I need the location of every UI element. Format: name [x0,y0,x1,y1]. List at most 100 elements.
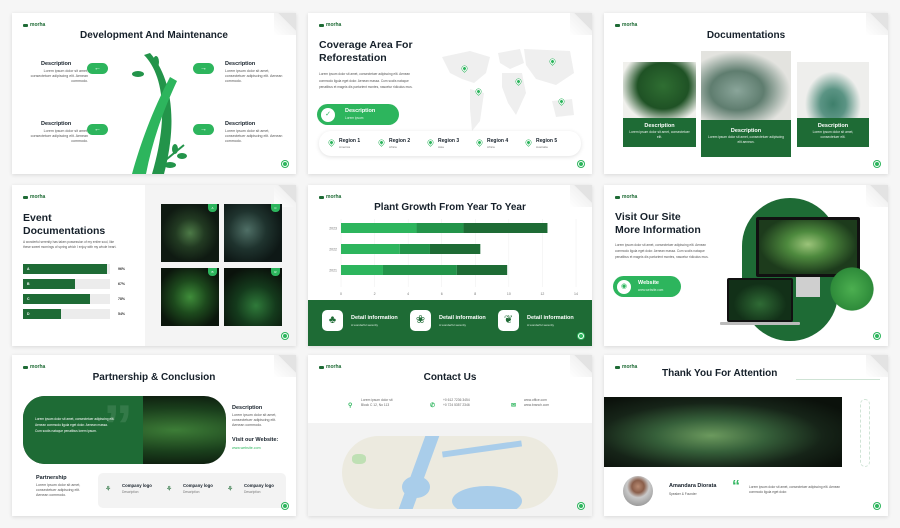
bar-segment-2023-1 [341,223,417,233]
world-map [442,49,574,131]
slide-partnership[interactable]: morha Partnership & Conclusion ” Lorem i… [12,355,296,516]
slide-development[interactable]: morha Development And Maintenance Descri… [12,13,296,174]
map-pin-icon [524,138,533,147]
website-link[interactable]: www.website.com [232,446,261,451]
arrow-left-icon[interactable]: ← [87,63,108,74]
monstera-banner-photo [604,397,842,467]
slide-title: Contact Us [423,372,477,383]
corner-decoration [570,13,592,35]
slide-contact[interactable]: morha Contact Us ⚲ Lorem ipsum dolor sit B… [308,355,592,516]
slide-event-documentations[interactable]: morha Event Documentations A wonderful se… [12,185,296,346]
slide-text: Lorem ipsum dolor sit amet, consectetuer… [615,243,709,259]
y-tick-label: 2021 [329,269,337,273]
page-indicator [874,161,880,167]
title-rule [796,379,880,380]
quote-icon: “ [732,478,740,495]
progress-bar-b: B [23,279,110,289]
y-tick-label: 2022 [329,248,337,252]
growth-chart: 0 2 4 6 8 10 12 14 2023 2022 2021 [329,219,578,296]
slide-coverage[interactable]: morha Coverage Area For Reforestation Lor… [308,13,592,174]
monstera-photo [623,62,696,122]
page-indicator [282,503,288,509]
slide-title: Event Documentations [23,212,106,237]
event-photo-b[interactable]: B [161,268,219,326]
page-indicator [282,161,288,167]
x-tick-label: 8 [474,292,476,296]
slide-thank-you[interactable]: morha Thank You For Attention Amandara D… [604,355,888,516]
logo: morha [319,22,341,28]
doc-card-2[interactable]: Description Lorem ipsum dolor sit amet, c… [701,51,791,157]
progress-bar-c: C [23,294,110,304]
arrow-left-icon[interactable]: ← [87,124,108,135]
bar-segment-2023-2 [416,223,464,233]
location-map[interactable] [342,436,558,509]
slide-title: Visit Our Site More Information [615,211,701,236]
vertical-tag [860,399,870,467]
map-pin-icon [475,138,484,147]
slide-title: Development And Maintenance [80,30,228,41]
logo: morha [319,364,341,370]
web-icon: ✉ [511,403,517,409]
description-pill[interactable]: ✓ Description Lorem ipsum [317,104,399,125]
monstera-leaf [826,265,878,313]
tree-illustration [132,53,187,174]
corner-decoration [866,355,888,377]
bar-segment-2022-1 [341,244,400,254]
map-pin-icon [377,138,386,147]
leaf-icon: ❦ [498,310,519,331]
doc-card-1[interactable]: Description Lorem ipsum dolor sit amet, c… [623,62,696,147]
event-photo-r[interactable]: R [224,268,282,326]
clover-icon: ♣ [322,310,343,331]
bar-segment-2022-3 [429,244,481,254]
laptop-mockup [727,278,793,322]
bar-segment-2023-3 [463,223,548,233]
corner-decoration [866,185,888,207]
arrow-right-icon[interactable]: → [193,63,214,74]
x-tick-label: 12 [540,292,544,296]
page-indicator [578,333,584,339]
slide-plant-growth[interactable]: morha Plant Growth From Year To Year 0 2 4… [308,185,592,346]
speaker-avatar[interactable] [623,476,653,506]
logo: morha [615,194,637,200]
page-indicator [874,333,880,339]
plant-photo [797,62,869,122]
bar-segment-2021-2 [382,265,457,275]
logo: morha [615,364,637,370]
progress-bar-d: D [23,309,110,319]
slide-documentations[interactable]: morha Documentations Description Lorem ip… [604,13,888,174]
logo: morha [319,194,341,200]
info-footer: ♣ Detail information A wonderful serenity … [308,300,592,346]
x-tick-label: 10 [507,292,511,296]
page-indicator [874,503,880,509]
location-icon: ⚲ [348,403,353,409]
rubber-plant-photo [701,51,791,123]
map-pin-icon [426,138,435,147]
x-tick-label: 4 [407,292,409,296]
slide-text: A wonderful serenity has taken possessio… [23,240,117,249]
map-pin-icon [327,138,336,147]
lotus-icon: ⚘ [166,486,173,493]
event-photo-a[interactable]: A [161,204,219,262]
laptop-base [720,322,800,325]
company-logos: ⚘ Company logo Description ⚘ Company logo De… [98,473,286,508]
logo: morha [23,22,45,28]
slide-visit-site[interactable]: morha Visit Our Site More Information Lor… [604,185,888,346]
lotus-icon: ⚘ [105,486,112,493]
event-photo-c[interactable]: C [224,204,282,262]
progress-bar-a: A [23,264,110,274]
arrow-right-icon[interactable]: → [193,124,214,135]
regions-bar: Region 1 America Region 2 Africa Region 3A… [319,131,581,156]
slide-title: Coverage Area For Reforestation [319,39,413,64]
logo: morha [615,22,637,28]
doc-card-3[interactable]: Description Lorem ipsum dolor sit amet, c… [797,62,869,147]
x-tick-label: 0 [340,292,342,296]
website-pill[interactable]: ◉ Website www.website.com [613,276,681,297]
quote-banner: ” Lorem ipsum dolor sit amet, consectetu… [23,396,226,464]
bar-segment-2021-3 [456,265,508,275]
slide-title: Partnership & Conclusion [92,372,216,383]
x-tick-label: 6 [441,292,443,296]
page-indicator [578,161,584,167]
page-indicator [282,333,288,339]
slide-title: Documentations [706,30,786,41]
chart-title: Plant Growth From Year To Year [374,202,526,213]
